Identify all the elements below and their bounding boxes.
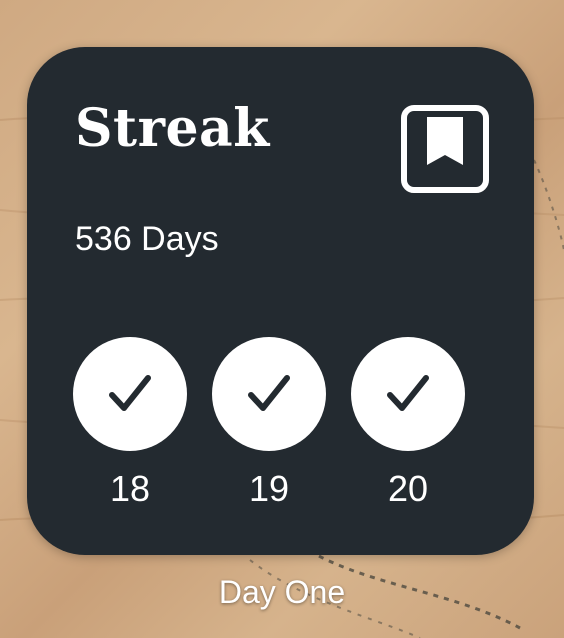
checkmark-icon (248, 375, 290, 411)
widget-app-name: Day One (218, 574, 346, 610)
streak-widget[interactable]: Streak 536 Days 18 19 20 (27, 47, 534, 555)
bookmark-icon (401, 105, 489, 193)
checkmark-icon (387, 375, 429, 411)
streak-day-18: 18 (73, 337, 187, 509)
day-status-circle (73, 337, 187, 451)
streak-day-20: 20 (351, 337, 465, 509)
day-label: 19 (248, 468, 290, 509)
streak-count: 536 Days (75, 220, 219, 258)
widget-title: Streak (75, 98, 270, 159)
streak-day-19: 19 (212, 337, 326, 509)
checkmark-icon (109, 375, 151, 411)
day-label: 18 (109, 468, 151, 509)
day-status-circle (212, 337, 326, 451)
streak-days: 18 19 20 (73, 337, 465, 509)
day-label: 20 (387, 468, 429, 509)
day-status-circle (351, 337, 465, 451)
